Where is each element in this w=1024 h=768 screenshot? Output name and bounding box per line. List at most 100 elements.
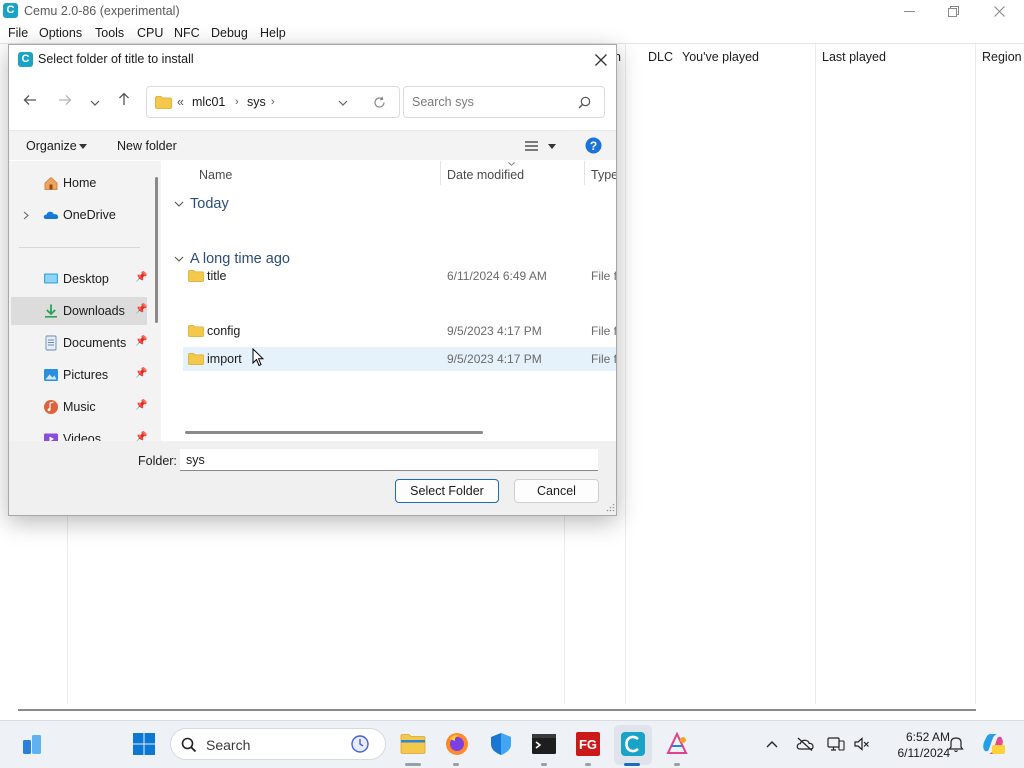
nav-item-home[interactable]: Home bbox=[11, 169, 147, 197]
fg-app-icon[interactable]: FG bbox=[575, 731, 601, 757]
menu-options[interactable]: Options bbox=[39, 26, 82, 40]
minimize-icon bbox=[903, 10, 915, 12]
cloud-off-icon[interactable] bbox=[796, 737, 814, 751]
column-header-last-played[interactable]: Last played bbox=[822, 50, 886, 64]
nav-item-documents[interactable]: Documents 📌 bbox=[11, 329, 147, 357]
widgets-icon[interactable] bbox=[19, 731, 45, 757]
nav-item-pictures[interactable]: Pictures 📌 bbox=[11, 361, 147, 389]
minimize-button[interactable] bbox=[886, 0, 932, 23]
group-header-a-long-time-ago[interactable]: A long time ago bbox=[190, 251, 290, 267]
search-input[interactable] bbox=[412, 94, 572, 110]
file-row-title[interactable]: title 6/11/2024 6:49 AM File fo bbox=[183, 264, 616, 288]
help-icon[interactable]: ? bbox=[585, 137, 602, 154]
nav-item-downloads[interactable]: Downloads 📌 bbox=[11, 297, 147, 325]
documents-icon bbox=[45, 335, 57, 351]
column-header-you-ve-played[interactable]: You've played bbox=[682, 50, 759, 64]
file-explorer-icon[interactable] bbox=[400, 731, 426, 757]
column-header-dlc[interactable]: DLC bbox=[648, 50, 673, 64]
column-divider bbox=[584, 161, 585, 185]
new-folder-button[interactable]: New folder bbox=[117, 139, 177, 153]
notification-bell-icon[interactable] bbox=[948, 735, 964, 753]
breadcrumb-sys[interactable]: sys bbox=[247, 95, 266, 109]
nav-label: OneDrive bbox=[63, 208, 116, 222]
search-icon[interactable] bbox=[578, 96, 591, 109]
pin-icon[interactable]: 📌 bbox=[135, 400, 147, 411]
search-highlight-icon bbox=[351, 735, 369, 753]
nav-item-music[interactable]: Music 📌 bbox=[11, 393, 147, 421]
forward-button[interactable] bbox=[54, 91, 76, 113]
group-header-today[interactable]: Today bbox=[190, 196, 229, 212]
paint-app-icon[interactable] bbox=[664, 731, 690, 757]
recent-locations-button[interactable] bbox=[84, 91, 106, 113]
pin-icon[interactable]: 📌 bbox=[135, 432, 147, 441]
menu-bar: File Options Tools CPU NFC Debug Help bbox=[0, 23, 1024, 43]
close-window-button[interactable] bbox=[976, 0, 1022, 23]
nav-item-desktop[interactable]: Desktop 📌 bbox=[11, 265, 147, 293]
pin-icon[interactable]: 📌 bbox=[135, 368, 147, 379]
system-clock[interactable]: 6:52 AM 6/11/2024 bbox=[870, 729, 951, 761]
network-icon[interactable] bbox=[827, 736, 845, 752]
up-button[interactable] bbox=[113, 91, 135, 113]
caret-down-icon[interactable] bbox=[548, 144, 556, 149]
dialog-close-button[interactable] bbox=[589, 49, 613, 71]
column-header-date-modified[interactable]: Date modified bbox=[447, 168, 524, 182]
chevron-right-icon[interactable] bbox=[23, 211, 29, 220]
chevron-down-icon[interactable] bbox=[174, 201, 184, 208]
breadcrumb-mlc01[interactable]: mlc01 bbox=[192, 95, 225, 109]
menu-cpu[interactable]: CPU bbox=[137, 26, 163, 40]
menu-file[interactable]: File bbox=[8, 26, 28, 40]
menu-tools[interactable]: Tools bbox=[95, 26, 124, 40]
volume-muted-icon[interactable] bbox=[853, 736, 871, 752]
file-list-horizontal-scrollbar[interactable] bbox=[185, 431, 483, 434]
back-button[interactable] bbox=[19, 91, 41, 113]
navigation-bar: « mlc01 › sys › bbox=[9, 74, 616, 130]
cancel-button[interactable]: Cancel bbox=[514, 479, 599, 503]
column-header-name[interactable]: Name bbox=[199, 168, 232, 182]
menu-nfc[interactable]: NFC bbox=[174, 26, 200, 40]
file-row-import[interactable]: import 9/5/2023 4:17 PM File fo bbox=[183, 347, 616, 371]
navigation-pane[interactable]: Home OneDrive Desktop 📌 Downloads 📌 Docu… bbox=[9, 161, 161, 441]
breadcrumb-overflow[interactable]: « bbox=[177, 95, 184, 109]
nav-item-onedrive[interactable]: OneDrive bbox=[11, 201, 147, 229]
horizontal-scrollbar[interactable] bbox=[18, 709, 976, 711]
view-list-icon[interactable] bbox=[525, 141, 538, 151]
windows-start-icon[interactable] bbox=[131, 731, 157, 757]
resize-grip-icon[interactable] bbox=[606, 503, 615, 512]
cemu-taskbar-icon[interactable] bbox=[620, 731, 646, 757]
dialog-title-bar: C Select folder of title to install bbox=[9, 45, 616, 74]
cemu-logo-icon: C bbox=[18, 52, 33, 67]
nav-pane-scrollbar[interactable] bbox=[155, 177, 158, 323]
file-list-pane[interactable]: Name Date modified Type Today title 6/11… bbox=[165, 161, 616, 441]
fg-label: FG bbox=[579, 737, 597, 752]
terminal-icon[interactable] bbox=[531, 731, 557, 757]
windows-security-icon[interactable] bbox=[488, 731, 514, 757]
file-date: 6/11/2024 6:49 AM bbox=[447, 269, 547, 283]
select-folder-button[interactable]: Select Folder bbox=[395, 479, 499, 503]
pin-icon[interactable]: 📌 bbox=[135, 272, 147, 283]
firefox-icon[interactable] bbox=[444, 731, 470, 757]
organize-button[interactable]: Organize bbox=[26, 139, 77, 153]
dialog-title: Select folder of title to install bbox=[38, 52, 194, 66]
chevron-up-icon[interactable] bbox=[766, 740, 778, 748]
chevron-down-icon[interactable] bbox=[338, 100, 348, 106]
copilot-icon[interactable] bbox=[980, 731, 1006, 757]
active-indicator bbox=[624, 763, 640, 766]
pin-icon[interactable]: 📌 bbox=[135, 336, 147, 347]
menu-help[interactable]: Help bbox=[260, 26, 286, 40]
folder-name-input[interactable] bbox=[180, 449, 598, 471]
column-header-region[interactable]: Region bbox=[982, 50, 1022, 64]
chevron-down-icon[interactable] bbox=[174, 256, 184, 263]
refresh-icon[interactable] bbox=[373, 96, 386, 109]
file-row-config[interactable]: config 9/5/2023 4:17 PM File fo bbox=[183, 319, 616, 343]
menu-debug[interactable]: Debug bbox=[211, 26, 248, 40]
pin-icon[interactable]: 📌 bbox=[135, 304, 147, 315]
sort-caret-icon bbox=[508, 162, 515, 166]
taskbar-search-box[interactable]: Search bbox=[170, 728, 386, 760]
folder-icon bbox=[155, 96, 172, 109]
close-icon bbox=[993, 6, 1005, 17]
maximize-button[interactable] bbox=[930, 0, 976, 23]
column-header-type[interactable]: Type bbox=[591, 168, 616, 182]
nav-item-videos[interactable]: Videos 📌 bbox=[11, 425, 147, 441]
file-type: File fo bbox=[591, 324, 616, 338]
address-bar[interactable]: « mlc01 › sys › bbox=[146, 86, 400, 118]
